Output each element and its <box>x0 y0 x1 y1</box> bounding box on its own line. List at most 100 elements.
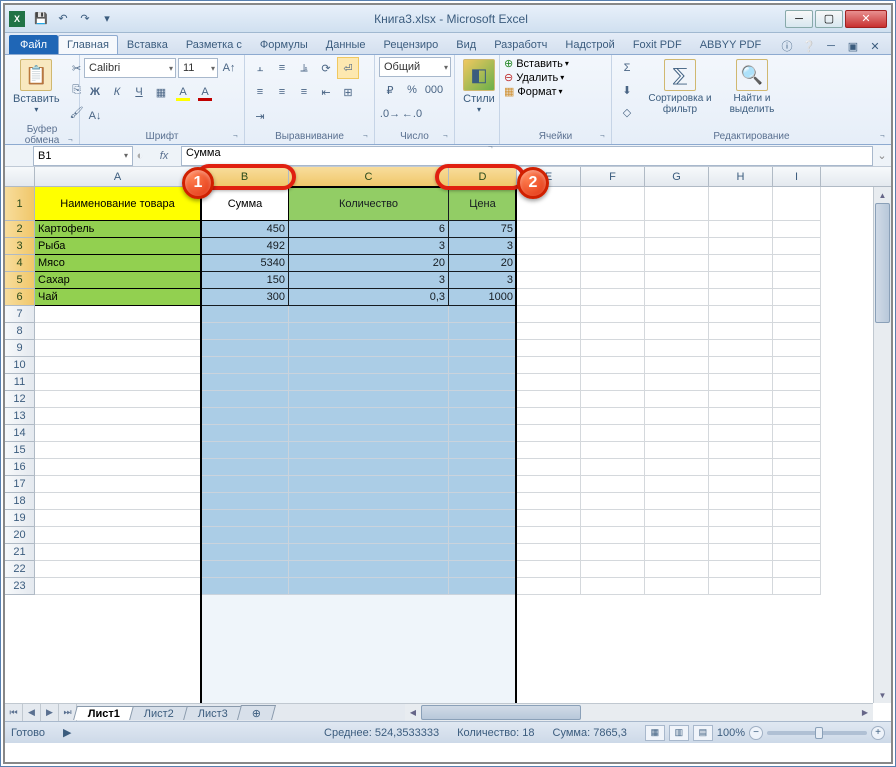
doc-minimize[interactable]: ─ <box>823 38 839 54</box>
cell-I22[interactable] <box>773 561 821 578</box>
tab-layout[interactable]: Разметка с <box>177 35 251 54</box>
cell-D2[interactable]: 75 <box>449 221 517 238</box>
row-header-3[interactable]: 3 <box>5 238 35 255</box>
cell-F16[interactable] <box>581 459 645 476</box>
cell-E10[interactable] <box>517 357 581 374</box>
cell-E5[interactable] <box>517 272 581 289</box>
row-header-16[interactable]: 16 <box>5 459 35 476</box>
cell-C7[interactable] <box>289 306 449 323</box>
cell-F3[interactable] <box>581 238 645 255</box>
increase-indent-button[interactable]: ⇥ <box>249 105 271 127</box>
cell-A21[interactable] <box>35 544 201 561</box>
cell-F12[interactable] <box>581 391 645 408</box>
cell-B16[interactable] <box>201 459 289 476</box>
cell-H20[interactable] <box>709 527 773 544</box>
cell-C23[interactable] <box>289 578 449 595</box>
cell-D5[interactable]: 3 <box>449 272 517 289</box>
cell-F20[interactable] <box>581 527 645 544</box>
hscroll-thumb[interactable] <box>421 705 581 720</box>
cell-A1[interactable]: Наименование товара <box>35 187 201 221</box>
cell-E3[interactable] <box>517 238 581 255</box>
cell-F21[interactable] <box>581 544 645 561</box>
cell-D6[interactable]: 1000 <box>449 289 517 306</box>
cell-B18[interactable] <box>201 493 289 510</box>
merge-button[interactable]: ⊞ <box>337 81 359 103</box>
cell-D15[interactable] <box>449 442 517 459</box>
cell-B3[interactable]: 492 <box>201 238 289 255</box>
tab-home[interactable]: Главная <box>58 35 118 54</box>
cell-B19[interactable] <box>201 510 289 527</box>
cell-H3[interactable] <box>709 238 773 255</box>
sheet-tab-3[interactable]: Лист3 <box>183 706 243 720</box>
cell-G23[interactable] <box>645 578 709 595</box>
cell-C17[interactable] <box>289 476 449 493</box>
cell-I20[interactable] <box>773 527 821 544</box>
cell-F7[interactable] <box>581 306 645 323</box>
cell-G4[interactable] <box>645 255 709 272</box>
cell-B20[interactable] <box>201 527 289 544</box>
vertical-scrollbar[interactable]: ▲ ▼ <box>873 187 891 703</box>
cell-E19[interactable] <box>517 510 581 527</box>
cell-E9[interactable] <box>517 340 581 357</box>
cell-D22[interactable] <box>449 561 517 578</box>
cell-I13[interactable] <box>773 408 821 425</box>
row-header-4[interactable]: 4 <box>5 255 35 272</box>
comma-button[interactable]: 000 <box>423 79 445 101</box>
column-header-H[interactable]: H <box>709 167 773 186</box>
cell-E8[interactable] <box>517 323 581 340</box>
cell-A23[interactable] <box>35 578 201 595</box>
tab-data[interactable]: Данные <box>317 35 375 54</box>
cell-C20[interactable] <box>289 527 449 544</box>
cell-C10[interactable] <box>289 357 449 374</box>
increase-font-button[interactable]: A↑ <box>218 57 240 79</box>
row-header-12[interactable]: 12 <box>5 391 35 408</box>
italic-button[interactable]: К <box>106 81 128 103</box>
cell-G6[interactable] <box>645 289 709 306</box>
help-icon[interactable]: ❔ <box>801 38 817 54</box>
cell-A13[interactable] <box>35 408 201 425</box>
row-header-2[interactable]: 2 <box>5 221 35 238</box>
cell-H22[interactable] <box>709 561 773 578</box>
doc-close[interactable]: ✕ <box>867 38 883 54</box>
cell-A10[interactable] <box>35 357 201 374</box>
row-header-14[interactable]: 14 <box>5 425 35 442</box>
cell-C9[interactable] <box>289 340 449 357</box>
cell-C18[interactable] <box>289 493 449 510</box>
cell-G22[interactable] <box>645 561 709 578</box>
sheet-nav-prev[interactable]: ◀ <box>23 704 41 721</box>
cell-G12[interactable] <box>645 391 709 408</box>
cell-B10[interactable] <box>201 357 289 374</box>
cell-G16[interactable] <box>645 459 709 476</box>
cell-D1[interactable]: Цена <box>449 187 517 221</box>
cell-B23[interactable] <box>201 578 289 595</box>
align-bottom-button[interactable]: ⫡ <box>293 57 315 79</box>
cell-G1[interactable] <box>645 187 709 221</box>
cell-D12[interactable] <box>449 391 517 408</box>
cell-E6[interactable] <box>517 289 581 306</box>
close-button[interactable]: ✕ <box>845 10 887 28</box>
wrap-text-button[interactable]: ⏎ <box>337 57 359 79</box>
align-middle-button[interactable]: ≡ <box>271 57 293 79</box>
align-left-button[interactable]: ≡ <box>249 81 271 103</box>
cell-B6[interactable]: 300 <box>201 289 289 306</box>
cell-E13[interactable] <box>517 408 581 425</box>
cell-C14[interactable] <box>289 425 449 442</box>
cell-F13[interactable] <box>581 408 645 425</box>
font-name-combo[interactable]: Calibri▾ <box>84 58 176 78</box>
cell-D18[interactable] <box>449 493 517 510</box>
cell-F17[interactable] <box>581 476 645 493</box>
cell-D23[interactable] <box>449 578 517 595</box>
normal-view-button[interactable]: ▦ <box>645 725 665 741</box>
cell-B15[interactable] <box>201 442 289 459</box>
cell-E11[interactable] <box>517 374 581 391</box>
cell-D20[interactable] <box>449 527 517 544</box>
redo-button[interactable]: ↷ <box>75 9 95 29</box>
cell-A4[interactable]: Мясо <box>35 255 201 272</box>
cell-I23[interactable] <box>773 578 821 595</box>
cell-A14[interactable] <box>35 425 201 442</box>
cell-G9[interactable] <box>645 340 709 357</box>
cell-H7[interactable] <box>709 306 773 323</box>
cell-D3[interactable]: 3 <box>449 238 517 255</box>
fill-button[interactable]: ⬇ <box>616 79 638 101</box>
cell-I6[interactable] <box>773 289 821 306</box>
